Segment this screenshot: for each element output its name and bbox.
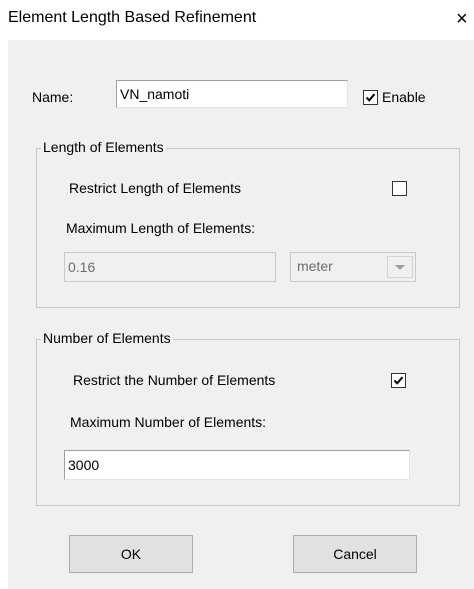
max-length-input[interactable] bbox=[64, 252, 276, 282]
max-length-label: Maximum Length of Elements: bbox=[66, 220, 256, 236]
restrict-length-checkbox[interactable] bbox=[392, 181, 407, 196]
enable-checkbox[interactable] bbox=[363, 90, 378, 105]
dialog-body: Name: Enable Length of Elements Restrict… bbox=[8, 40, 474, 589]
dropdown-arrow[interactable] bbox=[387, 256, 413, 278]
max-number-input[interactable] bbox=[64, 450, 410, 480]
restrict-length-label: Restrict Length of Elements bbox=[69, 180, 241, 196]
name-input[interactable] bbox=[116, 80, 348, 108]
window-title: Element Length Based Refinement bbox=[8, 9, 257, 26]
length-unit-value: meter bbox=[297, 258, 333, 274]
chevron-down-icon bbox=[395, 265, 405, 270]
max-number-label: Maximum Number of Elements: bbox=[70, 414, 267, 430]
enable-label: Enable bbox=[382, 89, 426, 105]
checkmark-icon bbox=[365, 93, 376, 102]
number-group-legend: Number of Elements bbox=[41, 330, 173, 346]
restrict-number-checkbox[interactable] bbox=[391, 373, 406, 388]
restrict-number-label: Restrict the Number of Elements bbox=[73, 372, 276, 388]
title-bar: Element Length Based Refinement × bbox=[0, 0, 474, 40]
length-unit-dropdown[interactable]: meter bbox=[290, 252, 416, 282]
length-group-legend: Length of Elements bbox=[41, 139, 166, 155]
cancel-button[interactable]: Cancel bbox=[293, 535, 417, 573]
close-icon[interactable]: × bbox=[456, 4, 474, 34]
checkmark-icon bbox=[393, 376, 404, 385]
name-label: Name: bbox=[32, 89, 74, 105]
ok-button[interactable]: OK bbox=[69, 535, 193, 573]
